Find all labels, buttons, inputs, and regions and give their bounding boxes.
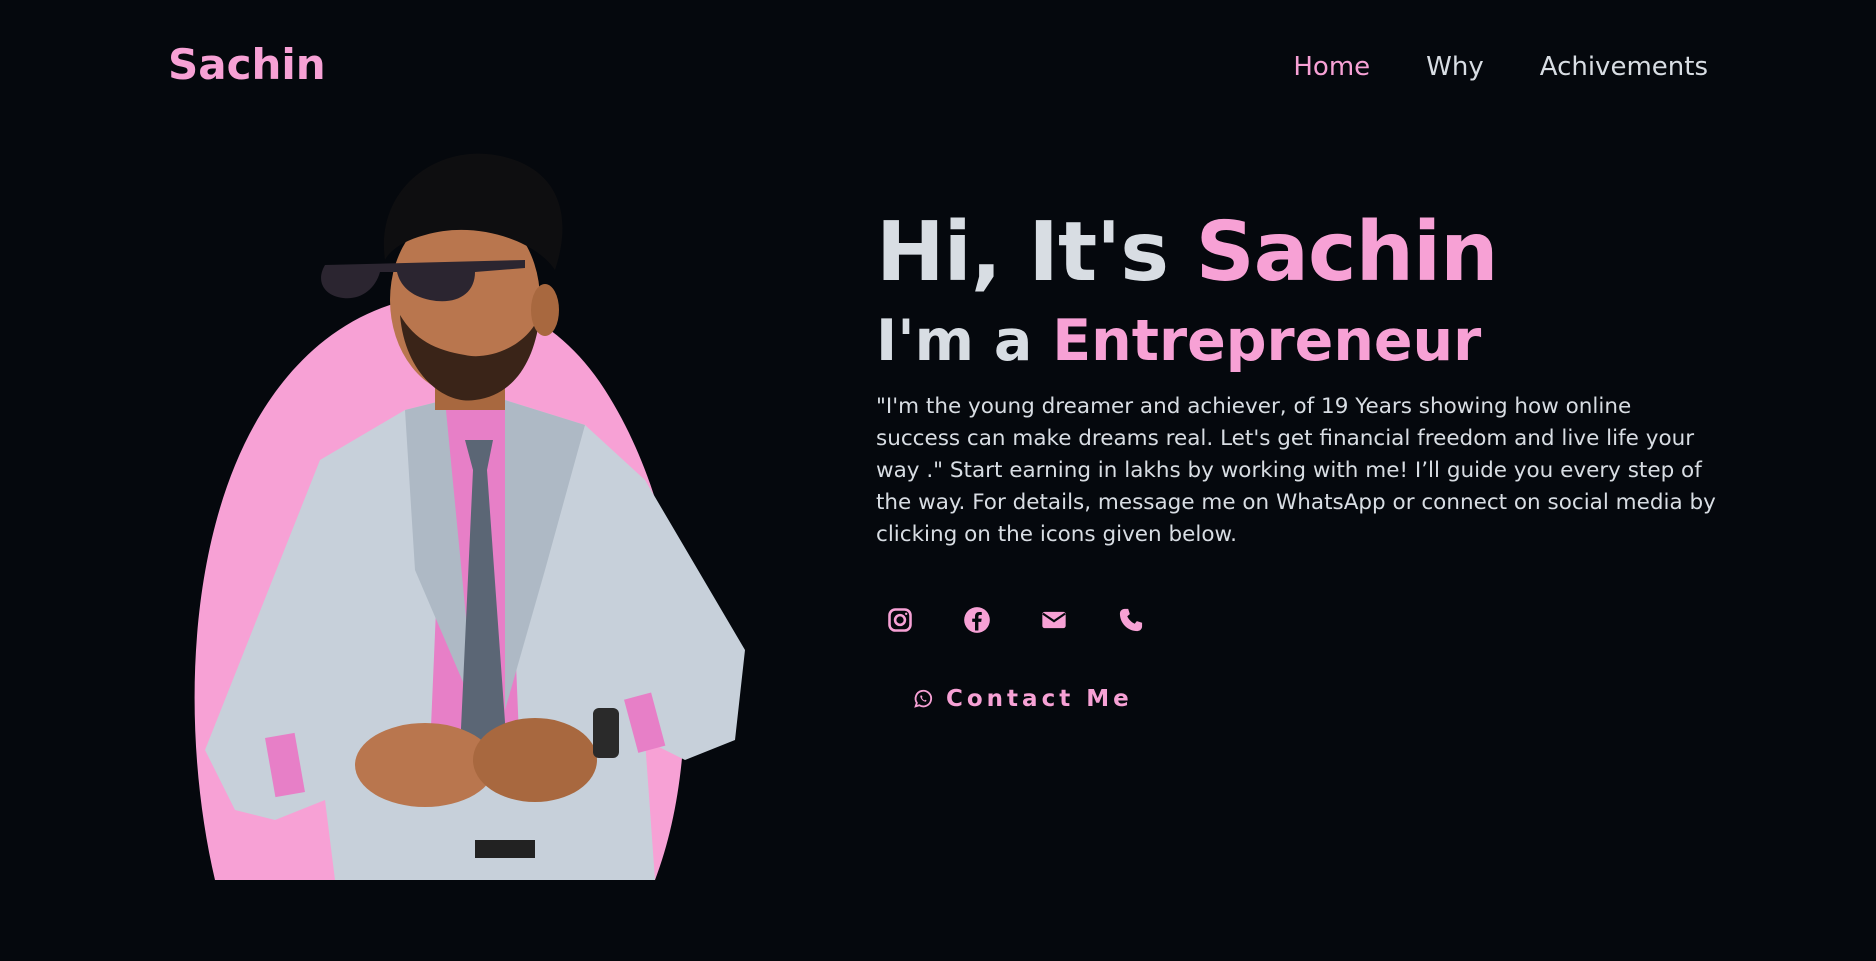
instagram-icon bbox=[887, 608, 912, 633]
greeting-prefix: Hi, It's bbox=[876, 205, 1196, 300]
greeting-name: Sachin bbox=[1195, 205, 1499, 300]
social-links bbox=[876, 597, 1736, 644]
instagram-link[interactable] bbox=[876, 597, 923, 644]
profile-photo bbox=[194, 153, 745, 880]
role-title: Entrepreneur bbox=[1052, 308, 1482, 375]
hero-role: I'm a Entrepreneur bbox=[876, 310, 1736, 373]
nav-why[interactable]: Why bbox=[1426, 54, 1484, 80]
hero-bio: "I'm the young dreamer and achiever, of … bbox=[876, 393, 1716, 547]
whatsapp-icon bbox=[914, 689, 933, 708]
facebook-link[interactable] bbox=[953, 597, 1000, 644]
contact-me-label: Contact Me bbox=[946, 685, 1133, 712]
ear bbox=[531, 284, 559, 336]
email-link[interactable] bbox=[1030, 597, 1077, 644]
main-nav: Home Why Achivements bbox=[1293, 54, 1708, 80]
phone-link[interactable] bbox=[1107, 597, 1154, 644]
logo[interactable]: Sachin bbox=[168, 44, 326, 86]
wristwatch bbox=[593, 708, 619, 758]
hero-text: Hi, It's Sachin I'm a Entrepreneur "I'm … bbox=[876, 205, 1736, 714]
right-hand bbox=[473, 718, 597, 802]
hero-greeting: Hi, It's Sachin bbox=[876, 205, 1736, 300]
contact-me-button[interactable]: Contact Me bbox=[912, 686, 1133, 712]
site-header: Sachin Home Why Achivements bbox=[0, 0, 1876, 140]
phone-icon bbox=[1119, 609, 1142, 632]
facebook-icon bbox=[963, 607, 990, 634]
nav-achivements[interactable]: Achivements bbox=[1540, 54, 1708, 80]
nav-home[interactable]: Home bbox=[1293, 54, 1370, 80]
email-icon bbox=[1041, 612, 1066, 629]
role-prefix: I'm a bbox=[876, 308, 1053, 375]
belt bbox=[475, 840, 535, 858]
